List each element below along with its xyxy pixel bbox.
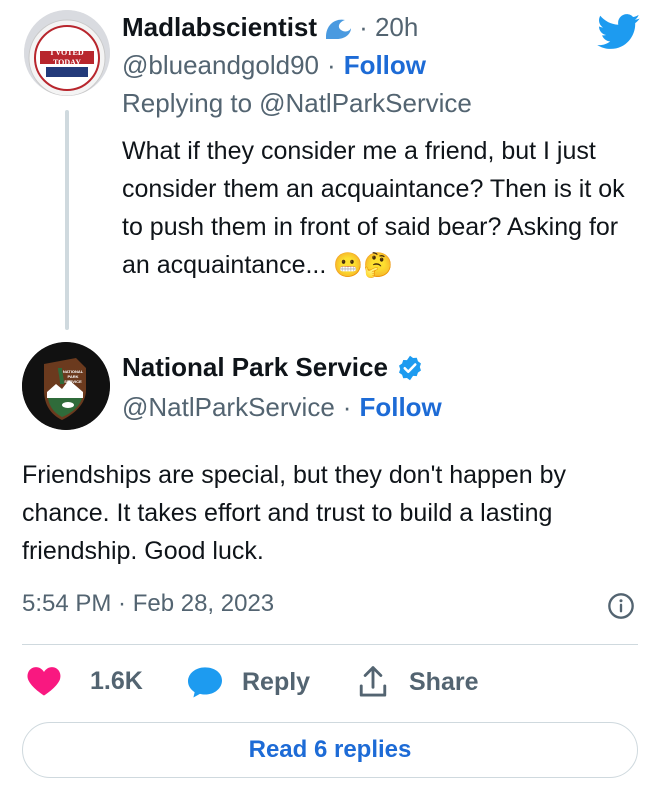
main-author-handle[interactable]: @NatlParkService: [122, 392, 335, 423]
share-label: Share: [409, 667, 479, 696]
follow-link-reply[interactable]: Follow: [344, 50, 426, 81]
reply-author-handle[interactable]: @blueandgold90: [122, 50, 319, 81]
info-icon[interactable]: [607, 592, 635, 620]
reply-tweet-emoji: 😬🤔: [333, 252, 394, 279]
reply-author-name[interactable]: Madlabscientist: [122, 12, 317, 43]
twitter-logo-icon[interactable]: [597, 14, 641, 50]
reply-button[interactable]: Reply: [186, 665, 310, 699]
verified-badge-icon: [396, 354, 424, 382]
divider: [22, 644, 638, 645]
reply-time[interactable]: · 20h: [359, 12, 418, 43]
nps-avatar[interactable]: NATIONAL PARK SERVICE: [22, 342, 110, 430]
wave-icon: [323, 15, 353, 41]
read-replies-label: Read 6 replies: [248, 736, 412, 763]
read-replies-button[interactable]: Read 6 replies: [22, 722, 638, 778]
share-icon: [357, 665, 389, 699]
avatar-badge-text: I VOTED TODAY: [50, 48, 84, 67]
tweet-timestamp[interactable]: 5:54 PM · Feb 28, 2023: [22, 590, 274, 618]
reply-label: Reply: [242, 667, 311, 696]
separator: ·: [327, 50, 336, 80]
main-author-name[interactable]: National Park Service: [122, 352, 388, 383]
share-button[interactable]: Share: [357, 665, 478, 699]
replying-to-handle[interactable]: @NatlParkService: [259, 88, 472, 119]
like-button[interactable]: 1.6K: [26, 665, 143, 697]
like-count: 1.6K: [90, 666, 143, 695]
reply-tweet-text-block: What if they consider me a friend, but I…: [122, 132, 632, 285]
separator: ·: [342, 392, 352, 422]
replying-to-prefix: Replying to: [122, 88, 253, 118]
thread-connector-line: [65, 110, 69, 330]
main-tweet-text: Friendships are special, but they don't …: [22, 461, 567, 565]
heart-icon: [26, 665, 62, 697]
follow-link-main[interactable]: Follow: [359, 392, 441, 423]
nps-avatar-text: NATIONAL PARK SERVICE: [62, 369, 84, 384]
madlabscientist-avatar[interactable]: I VOTED TODAY: [24, 10, 110, 96]
speech-bubble-icon: [186, 665, 224, 699]
